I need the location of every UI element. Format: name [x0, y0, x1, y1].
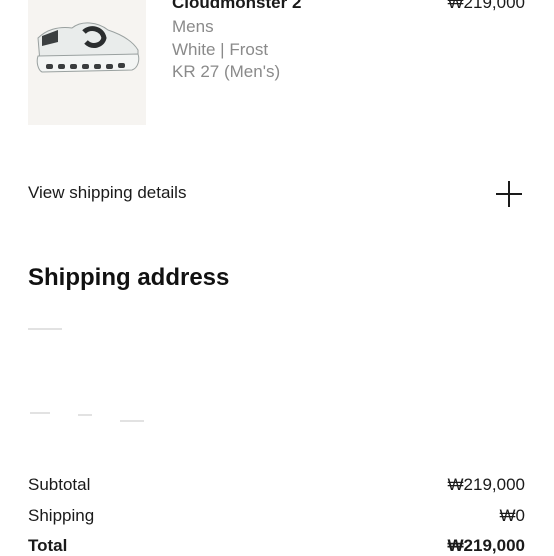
- shipping-row: Shipping ₩0: [28, 506, 525, 526]
- product-price: ₩219,000: [447, 0, 526, 12]
- subtotal-label: Subtotal: [28, 475, 91, 494]
- redacted-address-line: [120, 420, 144, 422]
- subtotal-row: Subtotal ₩219,000: [28, 475, 525, 495]
- redacted-address-line: [78, 414, 92, 416]
- shoe-image: [36, 22, 140, 73]
- product-name: Cloudmonster 2: [172, 0, 302, 12]
- total-label: Total: [28, 536, 68, 555]
- product-color: White | Frost: [172, 40, 269, 59]
- plus-icon[interactable]: [496, 181, 522, 207]
- subtotal-value: ₩219,000: [447, 475, 526, 494]
- total-row: Total ₩219,000: [28, 536, 525, 556]
- shipping-address-title: Shipping address: [28, 264, 230, 291]
- redacted-address-line: [28, 328, 62, 330]
- product-size: KR 27 (Men's): [172, 62, 281, 81]
- view-shipping-details-link[interactable]: View shipping details: [28, 183, 186, 203]
- product-category: Mens: [172, 17, 214, 36]
- total-value: ₩219,000: [447, 536, 526, 555]
- shipping-value: ₩0: [499, 506, 526, 525]
- product-image: [28, 0, 146, 125]
- shipping-label: Shipping: [28, 506, 95, 525]
- redacted-address-line: [30, 412, 50, 414]
